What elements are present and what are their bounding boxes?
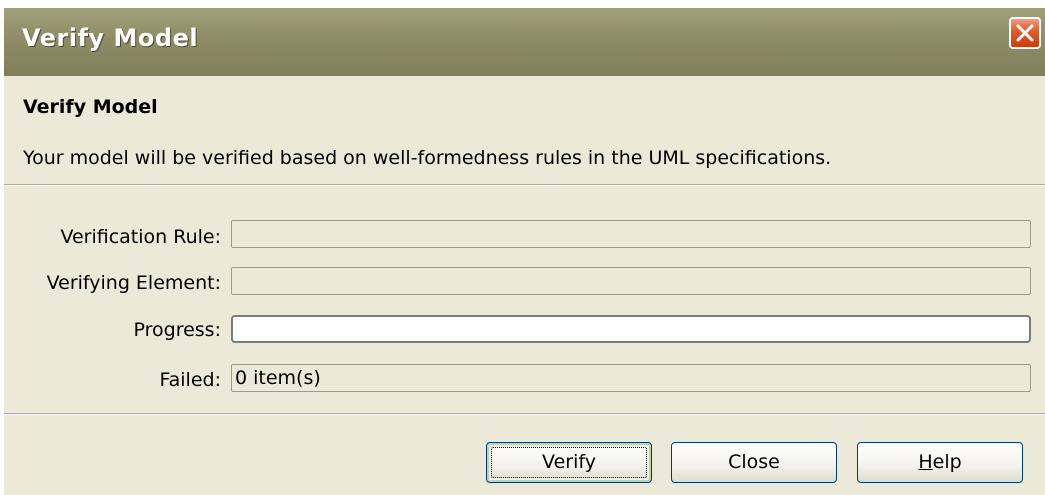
verify-button[interactable]: Verify bbox=[486, 442, 652, 483]
verifying-element-field bbox=[231, 267, 1031, 295]
header-panel: Verify Model Your model will be verified… bbox=[4, 76, 1045, 184]
verify-button-label: Verify bbox=[542, 451, 596, 473]
close-window-button[interactable] bbox=[1009, 17, 1041, 49]
help-button-label: elp bbox=[932, 451, 962, 473]
failed-label: Failed: bbox=[159, 369, 221, 391]
verification-rule-field bbox=[231, 220, 1031, 248]
footer-separator bbox=[4, 413, 1045, 415]
window-title: Verify Model bbox=[22, 24, 199, 52]
verify-model-dialog: Verify Model Verify Model Your model wil… bbox=[4, 8, 1045, 495]
close-button-label: Close bbox=[728, 451, 780, 473]
help-button[interactable]: Help bbox=[857, 442, 1023, 483]
close-icon bbox=[1016, 24, 1034, 42]
progress-label: Progress: bbox=[133, 319, 222, 341]
header-title: Verify Model bbox=[23, 96, 158, 118]
verification-rule-label: Verification Rule: bbox=[60, 226, 221, 248]
header-description: Your model will be verified based on wel… bbox=[23, 147, 832, 169]
failed-count-field: 0 item(s) bbox=[231, 364, 1031, 392]
title-bar[interactable]: Verify Model bbox=[4, 8, 1045, 76]
header-separator bbox=[4, 184, 1045, 186]
progress-bar bbox=[231, 315, 1031, 343]
verifying-element-label: Verifying Element: bbox=[46, 272, 221, 294]
help-mnemonic: H bbox=[918, 451, 933, 473]
close-button[interactable]: Close bbox=[671, 442, 837, 483]
